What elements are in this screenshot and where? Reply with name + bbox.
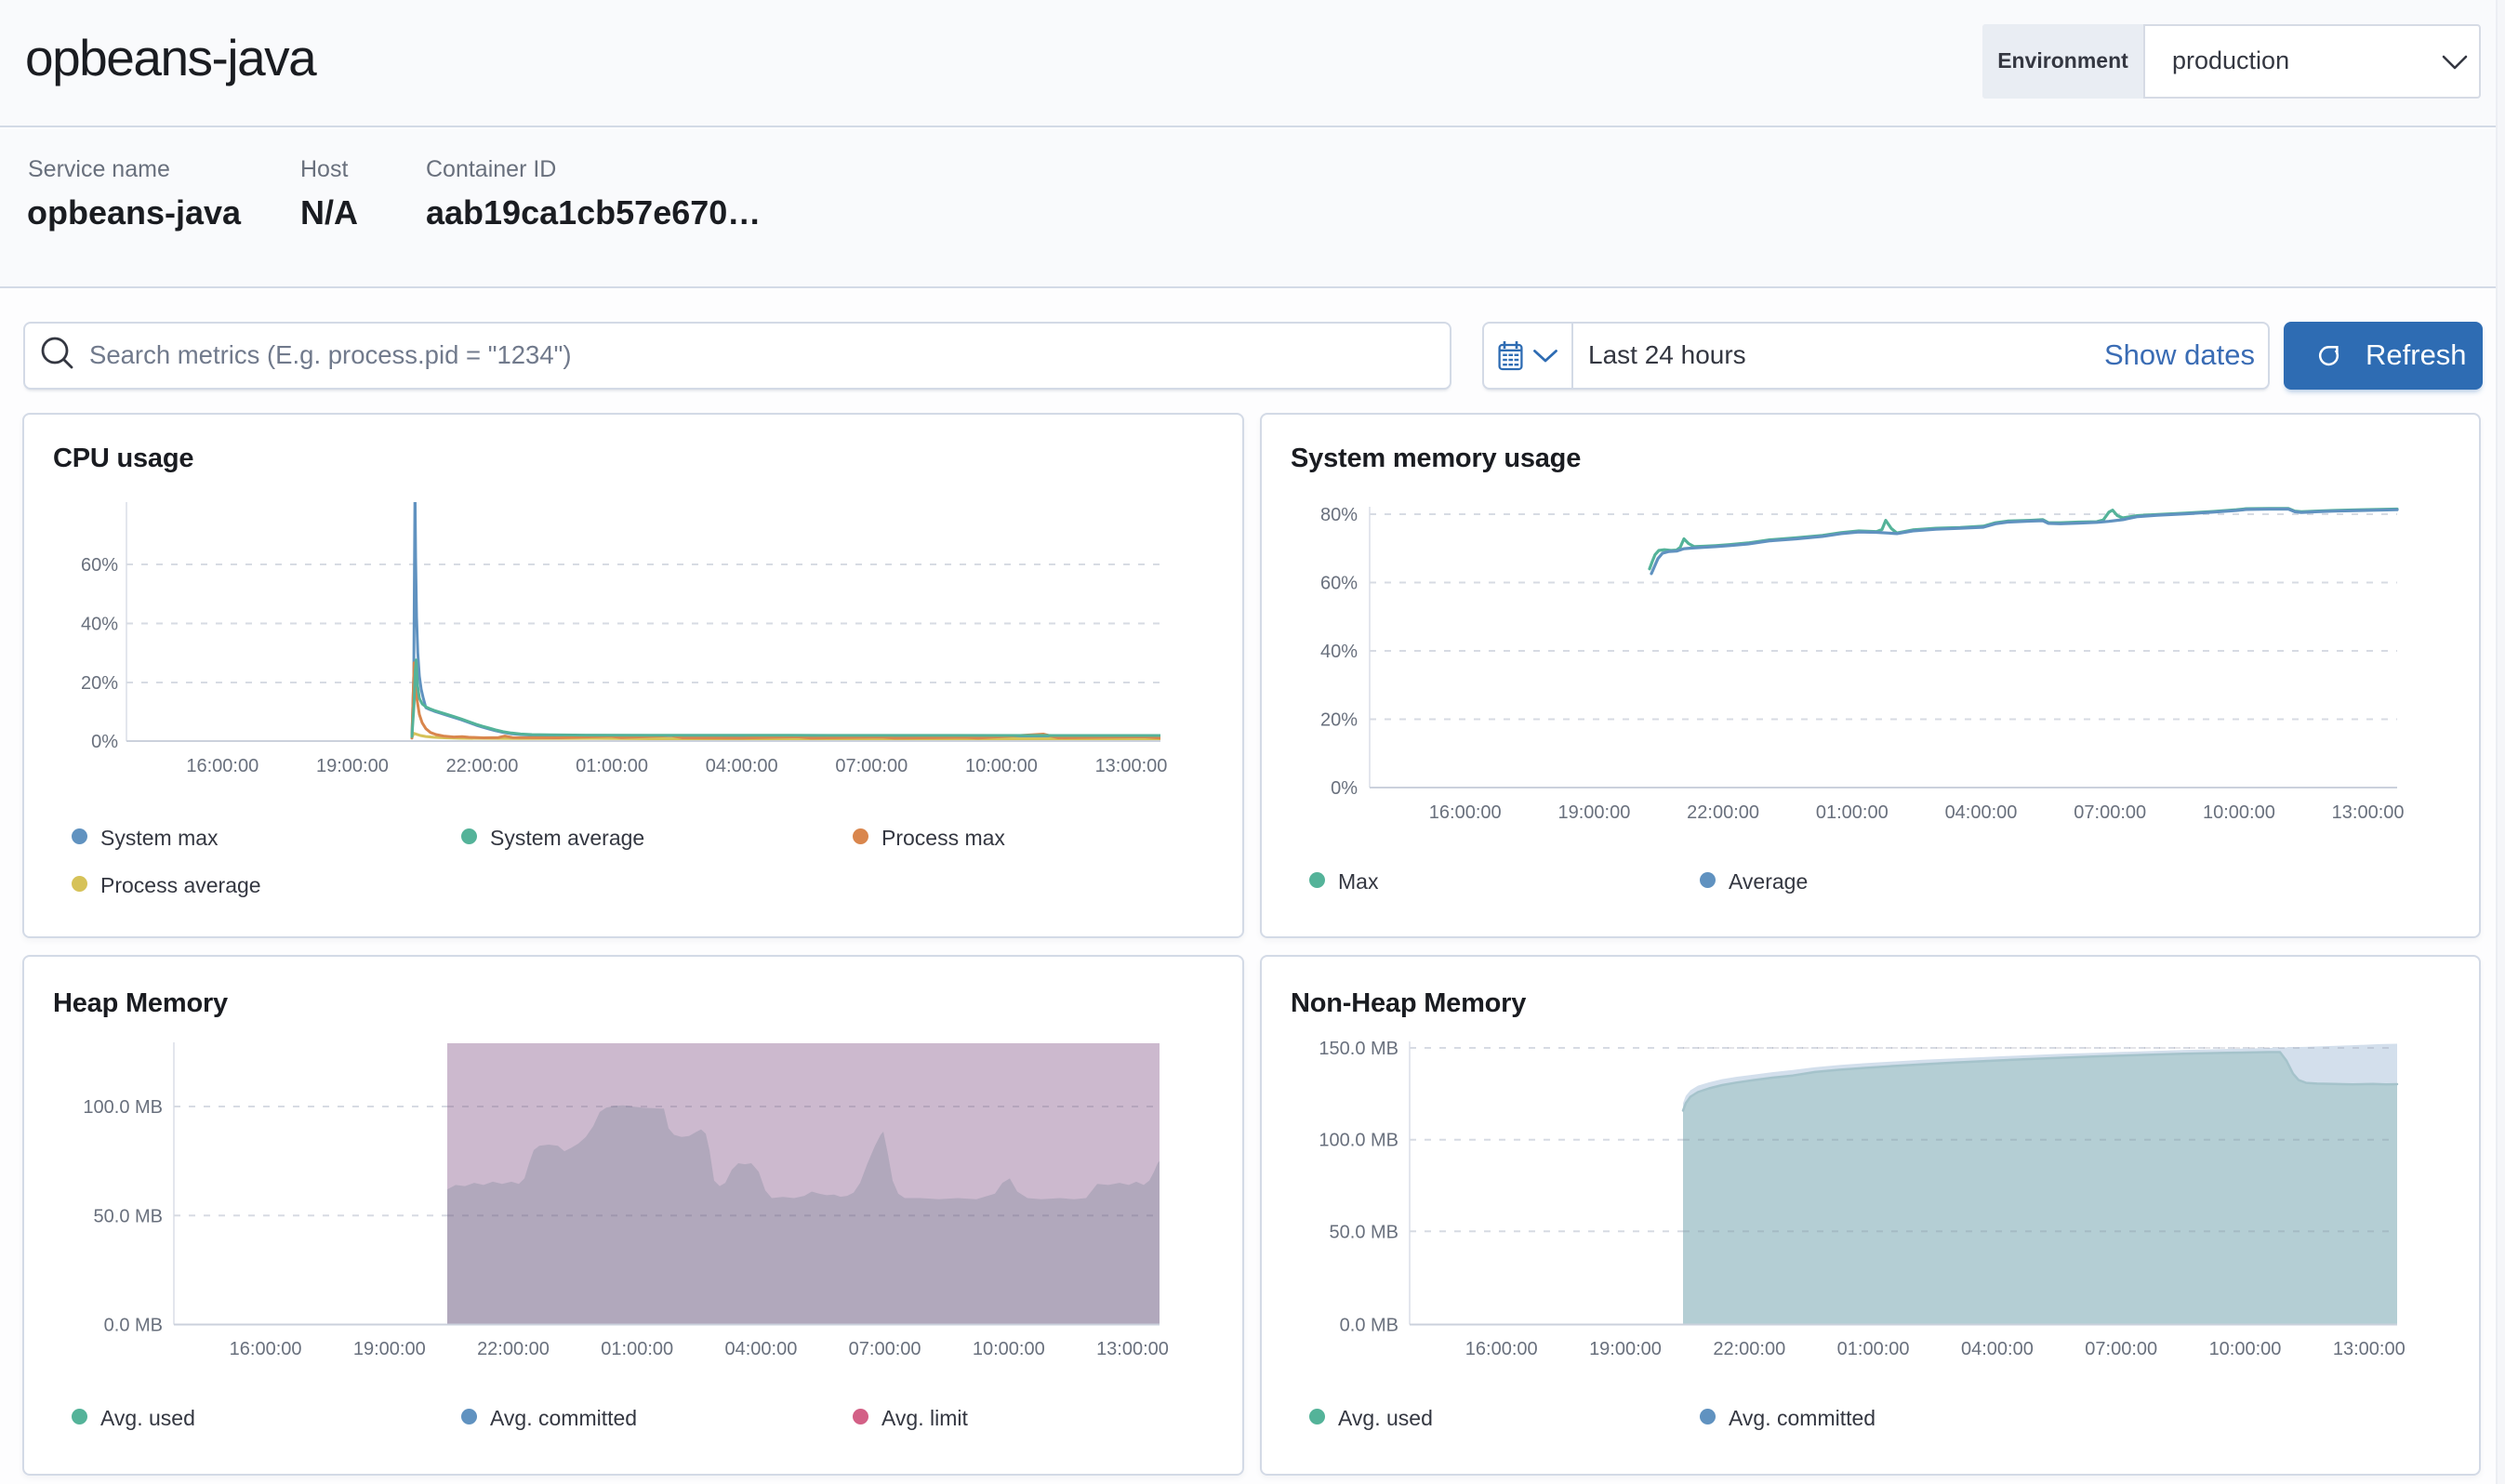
svg-text:50.0 MB: 50.0 MB	[1330, 1222, 1398, 1242]
svg-text:100.0 MB: 100.0 MB	[1319, 1131, 1398, 1151]
svg-text:01:00:00: 01:00:00	[1816, 802, 1889, 823]
svg-text:16:00:00: 16:00:00	[230, 1339, 302, 1359]
svg-text:07:00:00: 07:00:00	[849, 1339, 921, 1359]
svg-text:150.0 MB: 150.0 MB	[1319, 1039, 1398, 1059]
svg-text:04:00:00: 04:00:00	[724, 1339, 797, 1359]
svg-text:13:00:00: 13:00:00	[2333, 1339, 2406, 1359]
svg-text:04:00:00: 04:00:00	[1945, 802, 2018, 823]
svg-text:07:00:00: 07:00:00	[835, 756, 908, 776]
svg-text:22:00:00: 22:00:00	[477, 1339, 550, 1359]
svg-text:07:00:00: 07:00:00	[2085, 1339, 2157, 1359]
svg-text:19:00:00: 19:00:00	[316, 756, 389, 776]
svg-text:01:00:00: 01:00:00	[601, 1339, 673, 1359]
svg-text:10:00:00: 10:00:00	[2203, 802, 2275, 823]
svg-text:22:00:00: 22:00:00	[1713, 1339, 1785, 1359]
svg-text:0%: 0%	[1331, 778, 1358, 799]
svg-text:19:00:00: 19:00:00	[353, 1339, 426, 1359]
svg-text:60%: 60%	[81, 555, 118, 576]
svg-text:0.0 MB: 0.0 MB	[1340, 1316, 1398, 1336]
svg-text:60%: 60%	[1320, 574, 1358, 594]
svg-text:40%: 40%	[1320, 642, 1358, 662]
svg-text:16:00:00: 16:00:00	[186, 756, 258, 776]
svg-text:40%: 40%	[81, 615, 118, 635]
svg-text:19:00:00: 19:00:00	[1589, 1339, 1662, 1359]
svg-text:13:00:00: 13:00:00	[1096, 1339, 1169, 1359]
svg-text:13:00:00: 13:00:00	[1095, 756, 1168, 776]
svg-text:0.0 MB: 0.0 MB	[104, 1316, 163, 1336]
svg-text:10:00:00: 10:00:00	[973, 1339, 1045, 1359]
svg-text:20%: 20%	[1320, 710, 1358, 731]
svg-text:01:00:00: 01:00:00	[1837, 1339, 1910, 1359]
svg-text:19:00:00: 19:00:00	[1557, 802, 1630, 823]
svg-text:100.0 MB: 100.0 MB	[83, 1097, 163, 1118]
svg-text:10:00:00: 10:00:00	[965, 756, 1038, 776]
svg-text:07:00:00: 07:00:00	[2074, 802, 2146, 823]
svg-text:16:00:00: 16:00:00	[1429, 802, 1502, 823]
svg-text:22:00:00: 22:00:00	[446, 756, 519, 776]
svg-text:80%: 80%	[1320, 505, 1358, 525]
svg-text:22:00:00: 22:00:00	[1687, 802, 1759, 823]
svg-text:04:00:00: 04:00:00	[1961, 1339, 2034, 1359]
svg-text:13:00:00: 13:00:00	[2332, 802, 2405, 823]
svg-text:04:00:00: 04:00:00	[706, 756, 778, 776]
svg-text:20%: 20%	[81, 673, 118, 694]
svg-text:50.0 MB: 50.0 MB	[94, 1206, 163, 1226]
svg-text:10:00:00: 10:00:00	[2209, 1339, 2282, 1359]
svg-text:01:00:00: 01:00:00	[576, 756, 648, 776]
svg-text:0%: 0%	[91, 732, 118, 752]
svg-text:16:00:00: 16:00:00	[1465, 1339, 1538, 1359]
